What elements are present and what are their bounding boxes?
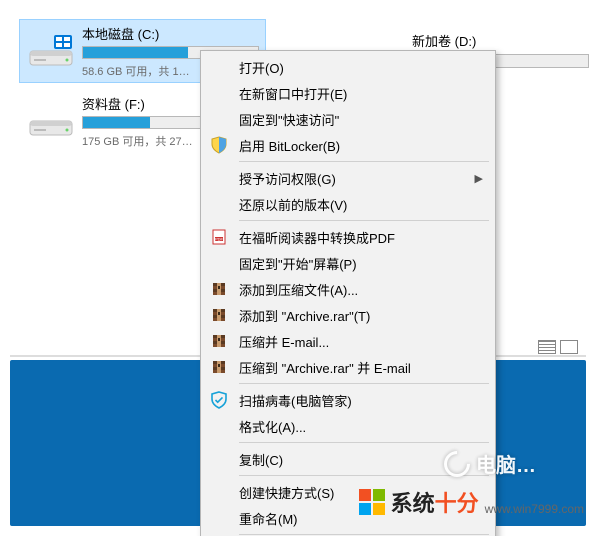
- context-menu-item-label: 压缩并 E-mail...: [239, 332, 329, 351]
- context-menu-separator: [239, 383, 489, 384]
- pdf-icon: PDF: [209, 227, 229, 247]
- context-menu-item-label: 压缩到 "Archive.rar" 并 E-mail: [239, 358, 411, 377]
- context-menu-item-label: 在新窗口中打开(E): [239, 84, 347, 103]
- context-menu-item-label: 重命名(M): [239, 509, 298, 528]
- context-menu-separator: [239, 442, 489, 443]
- context-menu-item-label: 打开(O): [239, 58, 284, 77]
- context-menu-item[interactable]: 压缩并 E-mail...: [203, 328, 493, 354]
- rar-icon: [209, 331, 229, 351]
- view-mode-icons: [538, 340, 578, 354]
- watermark-url: www.win7999.com: [485, 502, 584, 516]
- context-menu-item[interactable]: 固定到"快速访问": [203, 106, 493, 132]
- view-details-icon[interactable]: [538, 340, 556, 354]
- gauge-icon: [439, 445, 476, 482]
- context-menu-separator: [239, 534, 489, 535]
- context-menu-item[interactable]: 格式化(A)...: [203, 413, 493, 439]
- context-menu-item-label: 添加到压缩文件(A)...: [239, 280, 358, 299]
- context-menu-item-label: 固定到"开始"屏幕(P): [239, 254, 357, 273]
- context-menu-item-label: 创建快捷方式(S): [239, 483, 334, 502]
- context-menu-item[interactable]: 启用 BitLocker(B): [203, 132, 493, 158]
- context-menu-item-label: 复制(C): [239, 450, 283, 469]
- context-menu-item[interactable]: 授予访问权限(G) ▶: [203, 165, 493, 191]
- rar-icon: [209, 305, 229, 325]
- drive-icon: [26, 24, 76, 74]
- context-menu-item[interactable]: 打开(O): [203, 54, 493, 80]
- context-menu-item[interactable]: 压缩到 "Archive.rar" 并 E-mail: [203, 354, 493, 380]
- context-menu-item-label: 扫描病毒(电脑管家): [239, 391, 352, 410]
- guard-icon: [209, 390, 229, 410]
- context-menu-item-label: 在福昕阅读器中转换成PDF: [239, 228, 395, 247]
- context-menu-separator: [239, 220, 489, 221]
- context-menu-item-label: 还原以前的版本(V): [239, 195, 347, 214]
- ms-logo-icon: [359, 489, 385, 515]
- drive-label: 本地磁盘 (C:): [82, 24, 259, 42]
- watermark-brand1: 电脑…: [444, 449, 536, 478]
- chevron-right-icon: ▶: [475, 172, 483, 185]
- context-menu-item-label: 启用 BitLocker(B): [239, 136, 340, 155]
- context-menu-item[interactable]: 添加到 "Archive.rar"(T): [203, 302, 493, 328]
- svg-text:PDF: PDF: [215, 237, 224, 242]
- shield-icon: [209, 135, 229, 155]
- context-menu-item-label: 格式化(A)...: [239, 417, 306, 436]
- watermark-brand2-text: 系统十分: [391, 486, 479, 518]
- context-menu-item[interactable]: PDF 在福昕阅读器中转换成PDF: [203, 224, 493, 250]
- watermark-brand1-text: 电脑…: [476, 449, 536, 478]
- context-menu-item[interactable]: 在新窗口中打开(E): [203, 80, 493, 106]
- context-menu-item[interactable]: 扫描病毒(电脑管家): [203, 387, 493, 413]
- context-menu-separator: [239, 161, 489, 162]
- drive-label: 新加卷 (D:): [412, 31, 589, 50]
- context-menu-item-label: 授予访问权限(G): [239, 169, 336, 188]
- context-menu-item-label: 固定到"快速访问": [239, 110, 339, 129]
- context-menu-item-label: 添加到 "Archive.rar"(T): [239, 306, 370, 325]
- context-menu-item[interactable]: 还原以前的版本(V): [203, 191, 493, 217]
- view-tiles-icon[interactable]: [560, 340, 578, 354]
- rar-icon: [209, 279, 229, 299]
- watermark-brand2: 系统十分 www.win7999.com: [359, 486, 584, 518]
- context-menu-item[interactable]: 固定到"开始"屏幕(P): [203, 250, 493, 276]
- drive-icon: [26, 94, 76, 144]
- rar-icon: [209, 357, 229, 377]
- context-menu-item[interactable]: 添加到压缩文件(A)...: [203, 276, 493, 302]
